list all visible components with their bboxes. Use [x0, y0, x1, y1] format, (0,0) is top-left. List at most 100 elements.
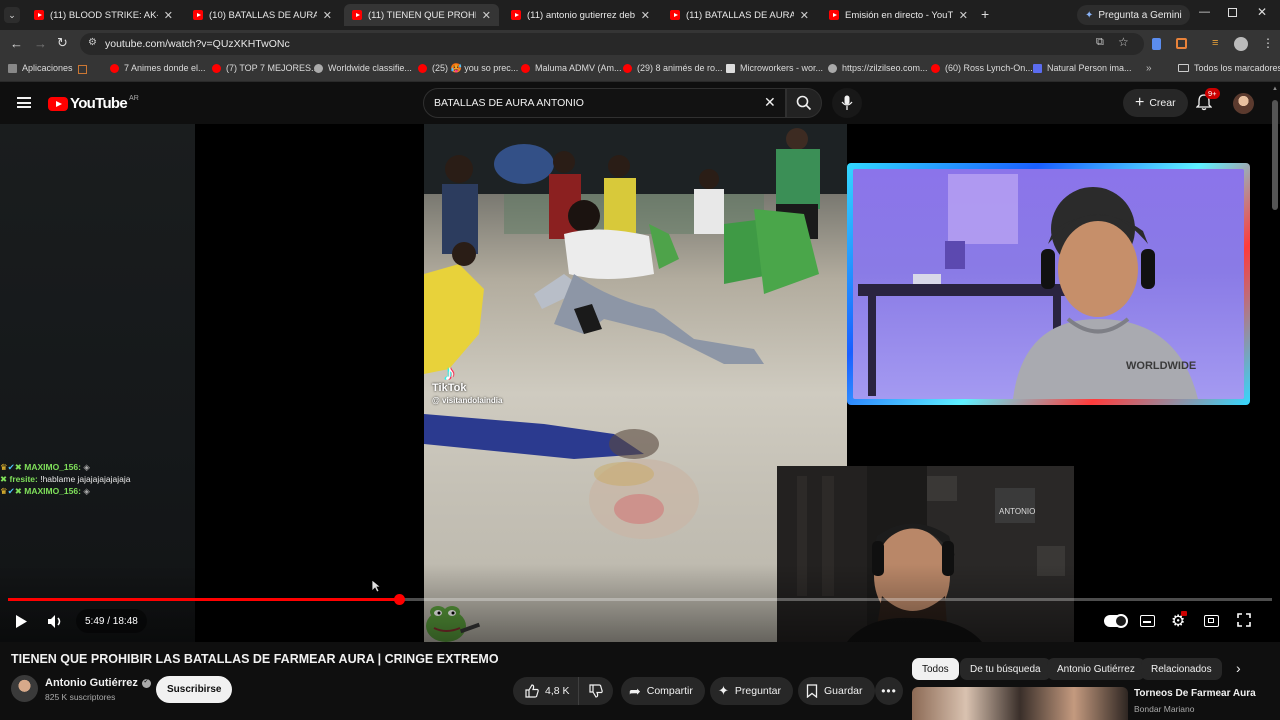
reload-icon[interactable]: ↻ — [57, 35, 68, 51]
more-bookmarks-icon[interactable]: » — [1146, 63, 1152, 74]
youtube-icon — [829, 10, 839, 20]
clear-search-icon[interactable]: ✕ — [764, 94, 776, 111]
mute-button[interactable] — [47, 614, 63, 629]
close-icon[interactable]: ✕ — [164, 9, 173, 22]
sparkle-icon: ✦ — [718, 683, 729, 698]
grid-icon[interactable] — [78, 65, 87, 74]
more-actions-button[interactable]: ••• — [875, 677, 903, 705]
chip-from-search[interactable]: De tu búsqueda — [960, 658, 1051, 680]
close-icon[interactable]: ✕ — [482, 9, 491, 22]
bookmark-icon — [806, 684, 818, 698]
youtube-icon — [110, 63, 119, 73]
window-close-icon[interactable]: ✕ — [1257, 5, 1267, 19]
channel-name[interactable]: Antonio Gutiérrez ✓ — [45, 677, 151, 689]
close-icon[interactable]: ✕ — [959, 9, 968, 22]
plus-icon: + — [1135, 94, 1145, 111]
channel-avatar[interactable] — [11, 675, 38, 702]
bookmark-item[interactable]: Aplicaciones — [8, 63, 73, 73]
address-bar[interactable]: ⚙ youtube.com/watch?v=QUzXKHTwONc ⧉ ☆ — [80, 33, 1144, 55]
chip-channel[interactable]: Antonio Gutiérrez — [1047, 658, 1145, 680]
browser-tab[interactable]: Emisión en directo - YouTube S ✕ — [821, 4, 976, 26]
fullscreen-button[interactable] — [1237, 613, 1251, 627]
page-scrollbar[interactable]: ▲ — [1272, 86, 1278, 720]
tab-search-menu-icon[interactable]: ⌄ — [4, 7, 20, 23]
play-button[interactable] — [14, 614, 28, 629]
forward-icon[interactable]: → — [34, 36, 47, 51]
bookmark-item[interactable]: Natural Person ima... — [1033, 63, 1132, 73]
bookmark-item[interactable]: (25) 🥵 you so prec... — [418, 63, 518, 74]
bookmark-item[interactable]: https://zilzilseo.com... — [828, 63, 928, 73]
bookmark-item[interactable]: Worldwide classifie... — [314, 63, 412, 73]
extension-icon[interactable] — [1176, 38, 1187, 49]
ask-button[interactable]: ✦ Preguntar — [710, 677, 794, 705]
url-text: youtube.com/watch?v=QUzXKHTwONc — [105, 38, 290, 50]
youtube-header: YouTube AR BATALLAS DE AURA ANTONIO ✕ + … — [0, 82, 1280, 124]
youtube-logo-text: YouTube — [70, 95, 128, 112]
video-title: TIENEN QUE PROHIBIR LAS BATALLAS DE FARM… — [11, 652, 499, 666]
browser-tab[interactable]: (11) BLOOD STRIKE: AK-47 NUE ✕ — [26, 4, 181, 26]
close-icon[interactable]: ✕ — [323, 9, 332, 22]
globe-icon — [314, 63, 323, 73]
progress-bar[interactable] — [8, 594, 1272, 605]
share-button[interactable]: ➦ Compartir — [621, 677, 705, 705]
gemini-button[interactable]: ✦ Pregunta a Gemini — [1077, 5, 1190, 25]
chips-next-icon[interactable]: › — [1236, 660, 1241, 676]
save-button[interactable]: Guardar — [798, 677, 875, 705]
minimize-icon[interactable]: — — [1199, 6, 1210, 18]
bookmark-item[interactable]: Microworkers - wor... — [726, 63, 823, 73]
folder-icon — [1178, 64, 1189, 72]
tiktok-handle: @ visitandolaindia — [432, 396, 503, 405]
like-button[interactable]: 4,8 K — [513, 677, 579, 705]
close-icon[interactable]: ✕ — [641, 9, 650, 22]
autoplay-toggle[interactable] — [1104, 614, 1128, 628]
voice-search-button[interactable] — [832, 88, 862, 118]
bookmark-item[interactable]: (29) 8 animés de ro... — [623, 63, 723, 73]
menu-kebab-icon[interactable]: ⋮ — [1262, 36, 1274, 50]
bookmark-item[interactable]: 7 Animes donde el... — [110, 63, 206, 73]
chat-line: ♛✔✖ MAXIMO_156: ◈ — [0, 461, 200, 473]
dislike-button[interactable] — [579, 677, 613, 705]
progress-scrubber[interactable] — [393, 594, 405, 605]
recommended-video[interactable]: Torneos De Farmear Aura Bondar Mariano — [912, 687, 1274, 720]
youtube-logo[interactable]: YouTube AR — [48, 95, 139, 112]
browser-tab[interactable]: (10) BATALLAS DE AURA QUE D ✕ — [185, 4, 340, 26]
bookmark-item[interactable]: (60) Ross Lynch-On... — [931, 63, 1033, 73]
site-info-icon[interactable]: ⚙ — [88, 37, 97, 48]
restore-icon[interactable] — [1228, 8, 1237, 17]
youtube-icon — [670, 10, 680, 20]
settings-button[interactable]: ⚙ — [1171, 611, 1187, 631]
bookmark-item[interactable]: Maluma ADMV (Am... — [521, 63, 622, 73]
new-tab-icon[interactable]: + — [981, 6, 989, 22]
create-button[interactable]: + Crear — [1123, 89, 1188, 117]
bookmark-label: Maluma ADMV (Am... — [535, 63, 622, 73]
youtube-icon — [511, 10, 521, 20]
browser-tab-active[interactable]: (11) TIENEN QUE PROHIBIR LA ✕ — [344, 4, 499, 26]
all-bookmarks[interactable]: Todos los marcadores — [1178, 63, 1280, 73]
install-app-icon[interactable]: ⧉ — [1096, 36, 1104, 49]
subtitles-button[interactable] — [1140, 615, 1155, 627]
scroll-up-icon[interactable]: ▲ — [1272, 86, 1278, 92]
search-button[interactable] — [786, 88, 822, 118]
bookmark-star-icon[interactable]: ☆ — [1118, 35, 1129, 49]
video-player[interactable]: ♛✔✖ MAXIMO_156: ◈ ✖ fresite: !hablame ja… — [0, 124, 1280, 642]
theater-mode-button[interactable] — [1204, 615, 1219, 627]
youtube-icon — [931, 63, 940, 73]
avatar[interactable] — [1233, 93, 1254, 114]
browser-tab[interactable]: (11) BATALLAS DE AURA - YouT ✕ — [662, 4, 817, 26]
extension-icon[interactable]: ≡ — [1212, 37, 1218, 49]
notifications-button[interactable]: 9+ — [1196, 88, 1220, 112]
scrollbar-thumb[interactable] — [1272, 100, 1278, 210]
bookmark-item[interactable]: (7) TOP 7 MEJORES... — [212, 63, 319, 73]
chip-all[interactable]: Todos — [912, 658, 959, 680]
extension-icon[interactable] — [1152, 38, 1161, 50]
back-icon[interactable]: ← — [10, 36, 23, 51]
profile-icon[interactable] — [1234, 37, 1248, 51]
bookmarks-bar: Aplicaciones 7 Animes donde el... (7) TO… — [0, 58, 1280, 82]
subscribe-button[interactable]: Suscribirse — [156, 676, 233, 703]
search-input[interactable]: BATALLAS DE AURA ANTONIO ✕ — [423, 88, 786, 118]
close-icon[interactable]: ✕ — [800, 9, 809, 22]
browser-tab[interactable]: (11) antonio gutierrez debate - ✕ — [503, 4, 658, 26]
rock-emote-icon: ◈ — [83, 486, 90, 496]
hamburger-menu-icon[interactable] — [17, 97, 31, 108]
chip-related[interactable]: Relacionados — [1141, 658, 1222, 680]
